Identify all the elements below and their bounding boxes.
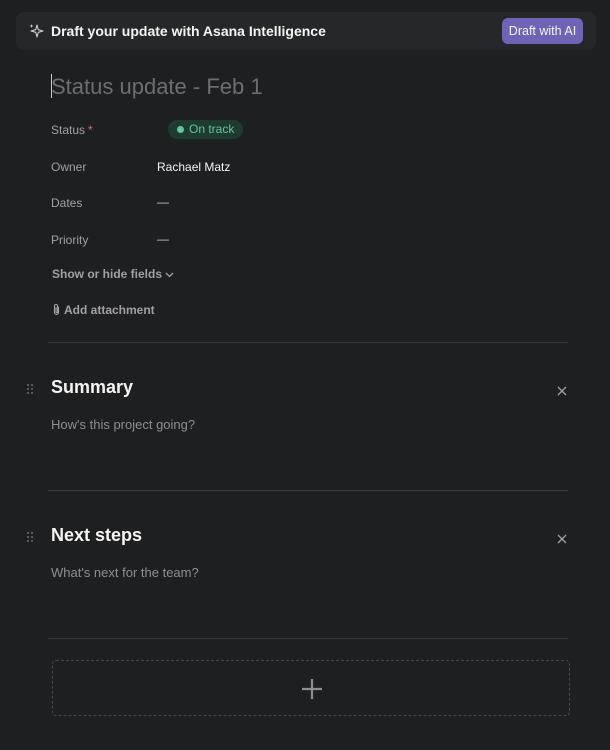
- plus-icon: [302, 679, 322, 699]
- ai-banner-text: Draft your update with Asana Intelligenc…: [51, 23, 326, 39]
- add-section-button[interactable]: [52, 660, 570, 716]
- status-value: On track: [189, 122, 235, 136]
- owner-field-label: Owner: [51, 160, 87, 174]
- next-steps-section-title: Next steps: [51, 525, 143, 545]
- required-marker: *: [88, 123, 93, 137]
- status-badge[interactable]: On track: [168, 120, 244, 139]
- text-caret: [51, 74, 52, 98]
- summary-section-title: Summary: [51, 377, 134, 397]
- divider: [48, 638, 568, 639]
- add-attachment-button[interactable]: Add attachment: [52, 303, 155, 317]
- drag-handle-icon[interactable]: [25, 531, 35, 543]
- priority-value[interactable]: —: [157, 232, 169, 246]
- owner-value[interactable]: Rachael Matz: [157, 160, 230, 174]
- divider: [48, 490, 568, 491]
- draft-with-ai-button[interactable]: Draft with AI: [502, 18, 583, 44]
- show-hide-fields-label: Show or hide fields: [52, 267, 163, 281]
- dates-field-label: Dates: [51, 196, 83, 210]
- divider: [48, 342, 568, 343]
- status-field-label: Status *: [51, 123, 93, 137]
- dates-value[interactable]: —: [157, 195, 169, 209]
- status-dot-icon: [177, 126, 184, 133]
- status-label-text: Status: [51, 123, 86, 137]
- chevron-down-icon: [165, 272, 174, 278]
- summary-input[interactable]: How's this project going?: [51, 417, 195, 432]
- add-attachment-label: Add attachment: [64, 303, 155, 317]
- next-steps-input[interactable]: What's next for the team?: [51, 565, 199, 580]
- status-title-input[interactable]: Status update - Feb 1: [51, 72, 551, 102]
- sparkle-icon: [29, 24, 44, 38]
- ai-banner: Draft your update with Asana Intelligenc…: [16, 12, 596, 50]
- show-hide-fields-button[interactable]: Show or hide fields: [52, 267, 174, 281]
- close-icon[interactable]: [556, 533, 568, 545]
- close-icon[interactable]: [556, 385, 568, 397]
- drag-handle-icon[interactable]: [25, 383, 35, 395]
- paperclip-icon: [53, 304, 60, 316]
- priority-field-label: Priority: [51, 233, 89, 247]
